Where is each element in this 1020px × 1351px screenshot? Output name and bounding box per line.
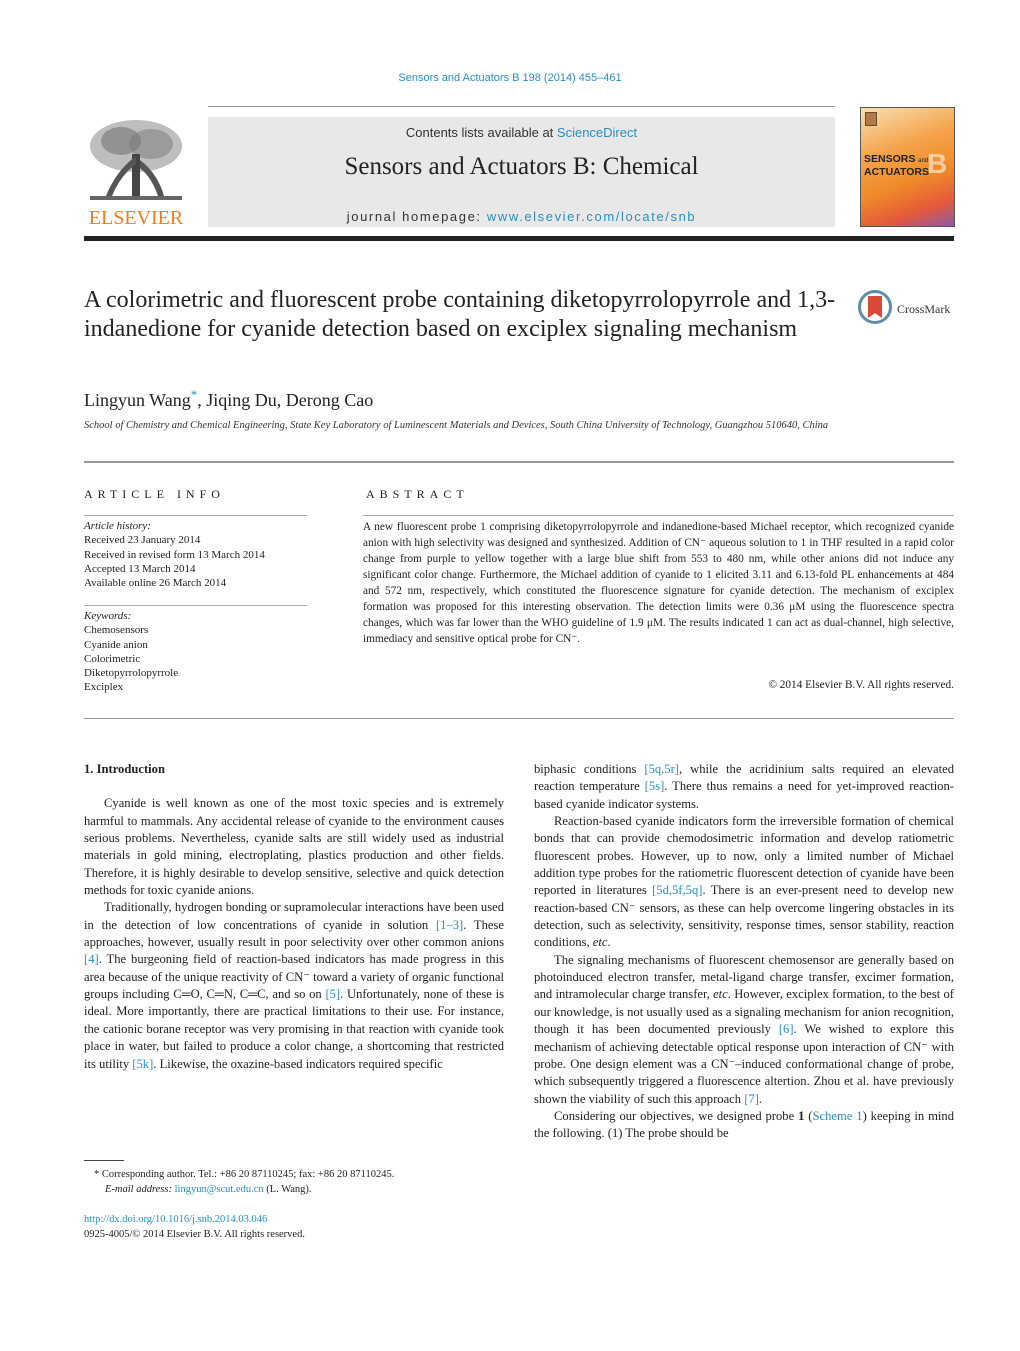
journal-cover-image[interactable]: B SENSORS and ACTUATORS bbox=[860, 107, 955, 227]
keyword-item: Cyanide anion bbox=[84, 638, 148, 651]
author-list: Lingyun Wang*, Jiqing Du, Derong Cao bbox=[84, 387, 373, 411]
email-label: E-mail address: bbox=[105, 1184, 175, 1195]
elsevier-wordmark: ELSEVIER bbox=[88, 207, 184, 229]
citation-link[interactable]: [5] bbox=[325, 987, 340, 1001]
history-item: Received in revised form 13 March 2014 bbox=[84, 548, 265, 561]
citation-link[interactable]: [5k] bbox=[132, 1057, 153, 1071]
author-separator: , bbox=[276, 390, 286, 410]
author-name[interactable]: Lingyun Wang bbox=[84, 390, 191, 410]
cover-elsevier-mini-logo bbox=[865, 112, 877, 126]
cover-title-line1: SENSORS bbox=[864, 153, 916, 165]
text-run: Considering our objectives, we designed … bbox=[554, 1108, 799, 1123]
text-run: . bbox=[607, 935, 611, 950]
body-paragraph: Considering our objectives, we designed … bbox=[534, 1108, 954, 1143]
cover-title-and: and bbox=[918, 158, 929, 164]
elsevier-logo[interactable]: ELSEVIER bbox=[84, 116, 188, 228]
author-separator: , bbox=[197, 390, 207, 410]
text-run: . Likewise, the oxazine-based indicators… bbox=[153, 1056, 443, 1071]
homepage-prefix: journal homepage: bbox=[346, 209, 487, 224]
cover-title-line2: ACTUATORS bbox=[864, 166, 929, 178]
citation-link[interactable]: Scheme 1 bbox=[812, 1109, 862, 1123]
keyword-item: Diketopyrrolopyrrole bbox=[84, 667, 179, 680]
section-heading-introduction: 1. Introduction bbox=[84, 762, 165, 776]
text-run: biphasic conditions bbox=[534, 762, 645, 776]
journal-citation-link[interactable]: Sensors and Actuators B 198 (2014) 455–4… bbox=[0, 72, 1020, 84]
citation-link[interactable]: [6] bbox=[779, 1022, 794, 1036]
keyword-item: Chemosensors bbox=[84, 624, 149, 637]
footnote-corresponding-text: Corresponding author. Tel.: +86 20 87110… bbox=[99, 1169, 395, 1180]
corresponding-author-footnote: * Corresponding author. Tel.: +86 20 871… bbox=[84, 1167, 504, 1197]
body-paragraph: Reaction-based cyanide indicators form t… bbox=[534, 813, 954, 952]
author-name[interactable]: Jiqing Du bbox=[206, 390, 277, 410]
abstract-text: A new fluorescent probe 1 comprising dik… bbox=[363, 521, 954, 645]
history-item: Available online 26 March 2014 bbox=[84, 577, 227, 590]
journal-banner: Contents lists available at ScienceDirec… bbox=[208, 117, 835, 227]
email-suffix: (L. Wang). bbox=[263, 1184, 312, 1195]
citation-link[interactable]: [4] bbox=[84, 952, 99, 966]
homepage-line: journal homepage: www.elsevier.com/locat… bbox=[208, 209, 835, 224]
crossmark-button[interactable]: CrossMark bbox=[858, 290, 958, 330]
body-paragraph: Traditionally, hydrogen bonding or supra… bbox=[84, 899, 504, 1072]
keyword-item: Exciplex bbox=[84, 681, 124, 694]
citation-link[interactable]: [7] bbox=[744, 1092, 759, 1106]
affiliation-rule bbox=[84, 461, 954, 463]
history-item: Received 23 January 2014 bbox=[84, 534, 201, 547]
text-run: . bbox=[758, 1091, 763, 1106]
keywords-rule bbox=[84, 605, 307, 606]
contents-prefix: Contents lists available at bbox=[405, 125, 557, 140]
header-thick-rule bbox=[84, 236, 954, 241]
abstract-copyright: © 2014 Elsevier B.V. All rights reserved… bbox=[768, 679, 954, 691]
history-item: Accepted 13 March 2014 bbox=[84, 562, 196, 575]
elsevier-tree-icon bbox=[90, 120, 182, 200]
sciencedirect-link[interactable]: ScienceDirect bbox=[557, 125, 637, 140]
citation-link[interactable]: [5s] bbox=[645, 779, 665, 793]
citation-link[interactable]: [5q,5r] bbox=[644, 762, 679, 776]
abstract-heading: ABSTRACT bbox=[366, 487, 469, 501]
article-history: Article history: Received 23 January 201… bbox=[84, 519, 309, 590]
article-title: A colorimetric and fluorescent probe con… bbox=[84, 287, 836, 342]
citation-link[interactable]: [1–3] bbox=[436, 918, 463, 932]
journal-name: Sensors and Actuators B: Chemical bbox=[344, 153, 699, 180]
doi-link[interactable]: http://dx.doi.org/10.1016/j.snb.2014.03.… bbox=[84, 1212, 504, 1227]
article-info-rule bbox=[84, 515, 307, 516]
body-paragraph: biphasic conditions [5q,5r], while the a… bbox=[534, 761, 954, 813]
keywords-label: Keywords: bbox=[84, 610, 132, 622]
keyword-item: Colorimetric bbox=[84, 652, 141, 665]
abstract-rule bbox=[363, 515, 954, 516]
cover-title: SENSORS and ACTUATORS bbox=[864, 154, 929, 178]
citation-link[interactable]: [5d,5f,5q] bbox=[652, 883, 702, 897]
cover-letter: B bbox=[927, 148, 948, 179]
crossmark-label: CrossMark bbox=[897, 302, 951, 316]
abstract-bottom-rule bbox=[84, 718, 954, 719]
contents-line: Contents lists available at ScienceDirec… bbox=[208, 125, 835, 140]
author-name[interactable]: Derong Cao bbox=[286, 390, 373, 410]
header-rule bbox=[208, 106, 835, 107]
author-affiliation: School of Chemistry and Chemical Enginee… bbox=[84, 420, 829, 431]
journal-homepage-link[interactable]: www.elsevier.com/locate/snb bbox=[487, 209, 696, 224]
body-paragraph: Cyanide is well known as one of the most… bbox=[84, 796, 504, 898]
body-column-left: 1. Introduction Cyanide is well known as… bbox=[84, 761, 504, 1073]
issn-copyright: 0925-4005/© 2014 Elsevier B.V. All right… bbox=[84, 1229, 305, 1240]
article-history-label: Article history: bbox=[84, 520, 151, 532]
doi-block: http://dx.doi.org/10.1016/j.snb.2014.03.… bbox=[84, 1212, 504, 1242]
italic-text: etc bbox=[713, 987, 728, 1002]
body-column-right: biphasic conditions [5q,5r], while the a… bbox=[534, 761, 954, 1143]
body-paragraph: The signaling mechanisms of fluorescent … bbox=[534, 952, 954, 1108]
footnote-rule bbox=[84, 1160, 124, 1161]
article-info-heading: ARTICLE INFO bbox=[84, 487, 225, 501]
author-email-link[interactable]: lingyun@scut.edu.cn bbox=[175, 1184, 264, 1195]
italic-text: etc bbox=[592, 935, 608, 950]
keywords: Keywords: Chemosensors Cyanide anion Col… bbox=[84, 609, 309, 695]
